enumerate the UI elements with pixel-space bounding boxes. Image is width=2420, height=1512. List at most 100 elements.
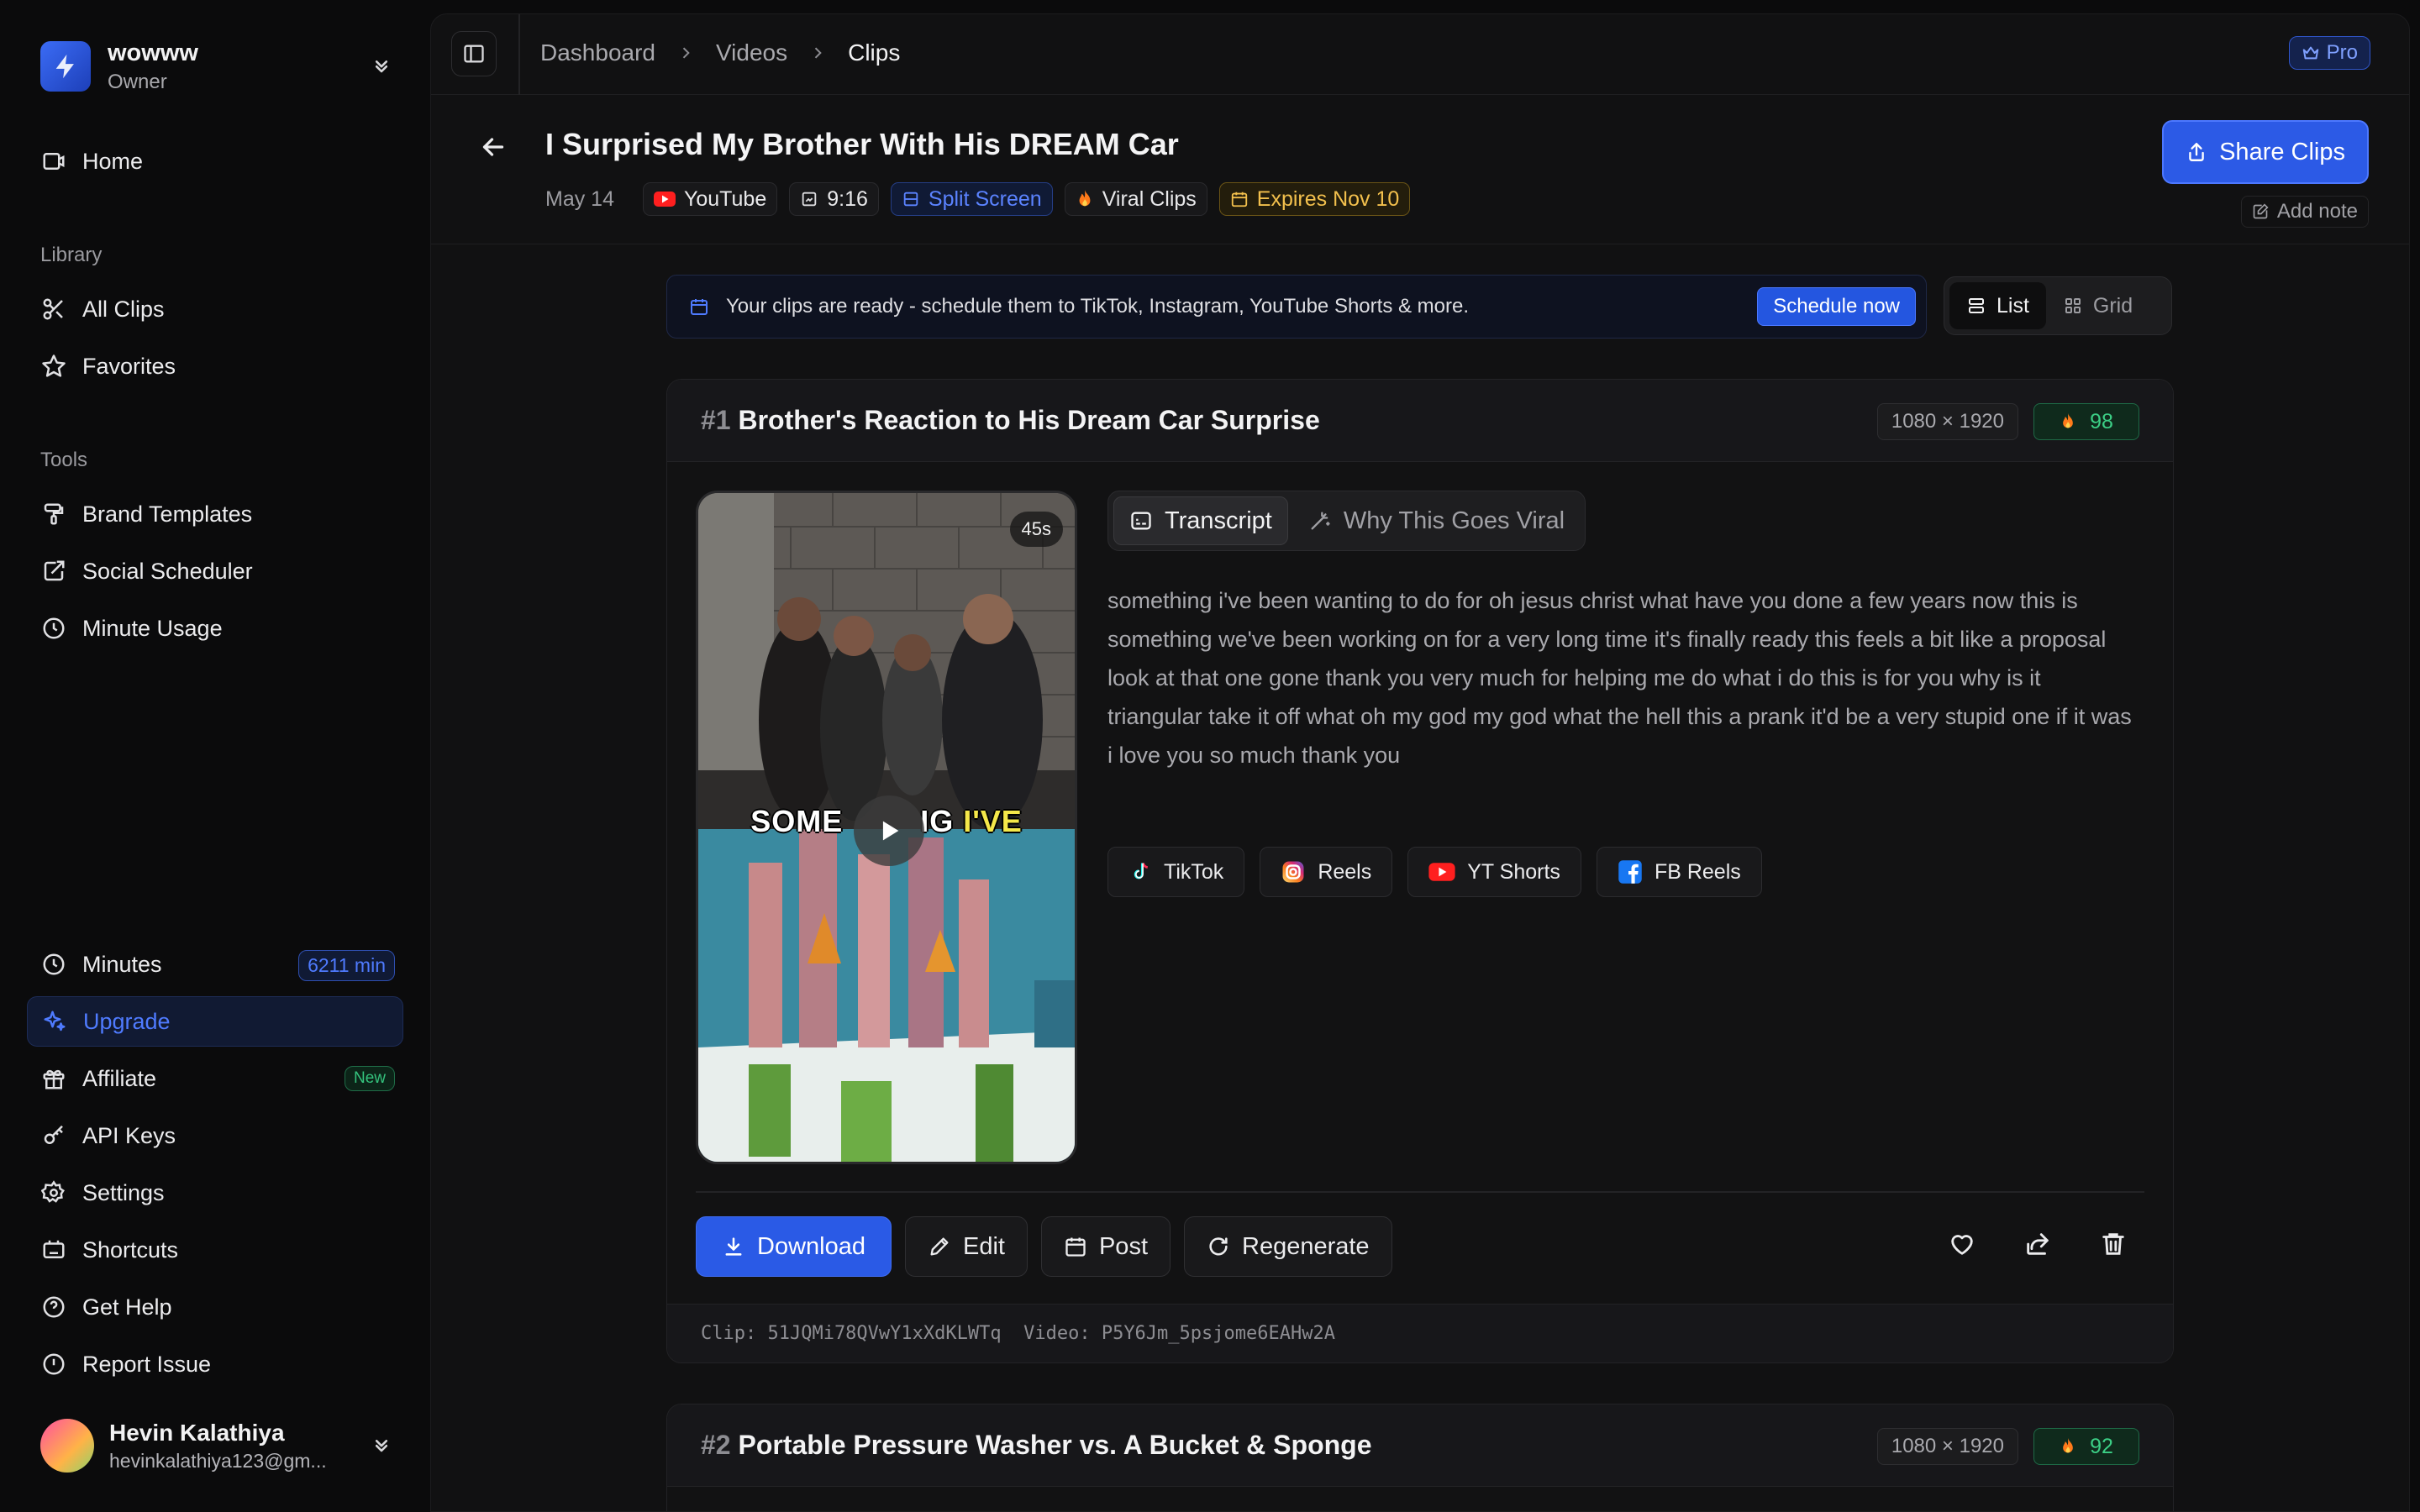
note-icon <box>2252 203 2269 220</box>
layout-label: Split Screen <box>928 186 1042 211</box>
user-menu[interactable]: Hevin Kalathiya hevinkalathiya123@gm... <box>40 1416 393 1475</box>
tab-transcript[interactable]: Transcript <box>1113 496 1288 545</box>
platform-fb-reels-button[interactable]: FB Reels <box>1596 847 1762 897</box>
clip-ids-footer: Clip: 51JQMi78QVwY1xXdKLWTq Video: P5Y6J… <box>667 1304 2173 1362</box>
sidebar-item-favorites[interactable]: Favorites <box>27 341 403 391</box>
youtube-icon <box>653 191 676 207</box>
clip-title: #2 Portable Pressure Washer vs. A Bucket… <box>701 1430 1372 1461</box>
clip-detail-tabs: Transcript Why This Goes Viral <box>1107 491 1586 551</box>
calendar-icon <box>1230 190 1249 208</box>
clip-title-text: Portable Pressure Washer vs. A Bucket & … <box>738 1430 1372 1460</box>
paint-roller-icon <box>40 501 67 528</box>
tab-transcript-label: Transcript <box>1165 507 1272 534</box>
post-label: Post <box>1098 1232 1148 1260</box>
category-label: Viral Clips <box>1102 186 1197 211</box>
share-icon <box>2186 141 2207 163</box>
caption-white: SOME <box>750 804 844 838</box>
tab-why-viral[interactable]: Why This Goes Viral <box>1293 496 1580 545</box>
add-note-button[interactable]: Add note <box>2240 196 2369 228</box>
post-button[interactable]: Post <box>1040 1216 1171 1277</box>
sidebar-item-api-keys[interactable]: API Keys <box>27 1110 403 1161</box>
caption-yellow: I'VE <box>963 804 1023 838</box>
chevron-right-icon <box>677 45 694 61</box>
download-button[interactable]: Download <box>696 1216 892 1277</box>
alert-circle-icon <box>40 1351 67 1378</box>
breadcrumb: Dashboard Videos Clips <box>540 39 900 66</box>
workspace-name: wowww <box>108 39 198 66</box>
banner-text: Your clips are ready - schedule them to … <box>726 295 1470 318</box>
clip-video-player[interactable]: 45s SOME IG I'VE <box>696 491 1077 1164</box>
sidebar-item-label: Settings <box>82 1179 165 1205</box>
sidebar-item-home[interactable]: Home <box>27 136 403 186</box>
breadcrumb-dashboard[interactable]: Dashboard <box>540 39 655 66</box>
heart-icon[interactable] <box>1948 1230 1976 1258</box>
video-scene-minecraft <box>698 829 1075 1162</box>
resolution-badge: 1080 × 1920 <box>1876 403 2018 440</box>
chevrons-up-down-icon[interactable] <box>370 1433 393 1457</box>
layout-chip: Split Screen <box>890 182 1053 216</box>
pro-badge[interactable]: Pro <box>2288 36 2370 70</box>
top-bar: Dashboard Videos Clips Pro <box>431 14 2409 95</box>
chevrons-up-down-icon[interactable] <box>370 54 393 77</box>
back-arrow-icon[interactable] <box>478 132 508 162</box>
platform-yt-shorts-button[interactable]: YT Shorts <box>1407 847 1581 897</box>
sidebar-item-social-scheduler[interactable]: Social Scheduler <box>27 546 403 596</box>
panel-left-icon <box>464 45 484 63</box>
card-divider <box>696 1191 2144 1193</box>
flame-icon <box>1076 189 1094 209</box>
breadcrumb-clips: Clips <box>848 39 901 66</box>
sidebar-item-label: Affiliate <box>82 1065 157 1091</box>
main-panel: Dashboard Videos Clips Pro I Surprised M… <box>430 13 2410 1512</box>
split-screen-icon <box>902 190 920 208</box>
sidebar-item-affiliate[interactable]: Affiliate New <box>27 1053 403 1104</box>
workspace-switcher[interactable]: wowww Owner <box>40 37 393 96</box>
view-grid-button[interactable]: Grid <box>2046 282 2149 329</box>
workspace-logo-icon <box>40 41 91 92</box>
pencil-icon <box>928 1235 951 1258</box>
download-icon <box>722 1235 745 1258</box>
sidebar-item-minute-usage[interactable]: Minute Usage <box>27 603 403 654</box>
sidebar-item-label: Home <box>82 148 144 174</box>
schedule-now-button[interactable]: Schedule now <box>1757 287 1916 326</box>
page-title: I Surprised My Brother With His DREAM Ca… <box>545 127 1179 161</box>
clip-secondary-actions <box>1948 1230 2128 1258</box>
sidebar-item-all-clips[interactable]: All Clips <box>27 284 403 334</box>
trash-icon[interactable] <box>2099 1230 2128 1258</box>
share-icon[interactable] <box>2023 1230 2052 1258</box>
play-button[interactable] <box>854 795 924 866</box>
expires-label: Expires Nov 10 <box>1256 186 1400 211</box>
source-chip: YouTube <box>642 182 778 216</box>
sidebar-item-upgrade[interactable]: Upgrade <box>27 996 403 1047</box>
share-clips-button[interactable]: Share Clips <box>2162 120 2369 184</box>
view-list-button[interactable]: List <box>1949 282 2046 329</box>
view-toggle: List Grid <box>1944 276 2172 335</box>
sidebar-item-label: Minutes <box>82 951 162 977</box>
platform-label: TikTok <box>1164 859 1224 884</box>
home-icon <box>40 148 67 175</box>
sidebar-item-report-issue[interactable]: Report Issue <box>27 1339 403 1389</box>
platform-label: Reels <box>1318 859 1372 884</box>
section-tools-label: Tools <box>40 449 88 471</box>
sidebar-item-settings[interactable]: Settings <box>27 1168 403 1218</box>
youtube-icon <box>1428 862 1455 882</box>
captions-icon <box>1129 509 1153 533</box>
sidebar-item-label: Social Scheduler <box>82 558 253 584</box>
sidebar-item-label: All Clips <box>82 296 165 322</box>
platform-reels-button[interactable]: Reels <box>1260 847 1393 897</box>
aspect-label: 9:16 <box>827 186 868 211</box>
regenerate-button[interactable]: Regenerate <box>1184 1216 1392 1277</box>
sidebar-item-brand-templates[interactable]: Brand Templates <box>27 489 403 539</box>
sidebar-item-shortcuts[interactable]: Shortcuts <box>27 1225 403 1275</box>
breadcrumb-videos[interactable]: Videos <box>716 39 787 66</box>
caption-mid: IG <box>920 804 964 838</box>
avatar <box>40 1419 94 1473</box>
sidebar-item-get-help[interactable]: Get Help <box>27 1282 403 1332</box>
platform-tiktok-button[interactable]: TikTok <box>1107 847 1245 897</box>
keyboard-icon <box>40 1236 67 1263</box>
crown-icon <box>2302 46 2318 60</box>
sidebar-toggle-button[interactable] <box>451 31 497 76</box>
virality-score: 92 <box>2090 1434 2113 1458</box>
sidebar-item-minutes[interactable]: Minutes 6211 min <box>27 939 403 990</box>
video-header: I Surprised My Brother With His DREAM Ca… <box>431 95 2409 244</box>
edit-button[interactable]: Edit <box>904 1216 1028 1277</box>
